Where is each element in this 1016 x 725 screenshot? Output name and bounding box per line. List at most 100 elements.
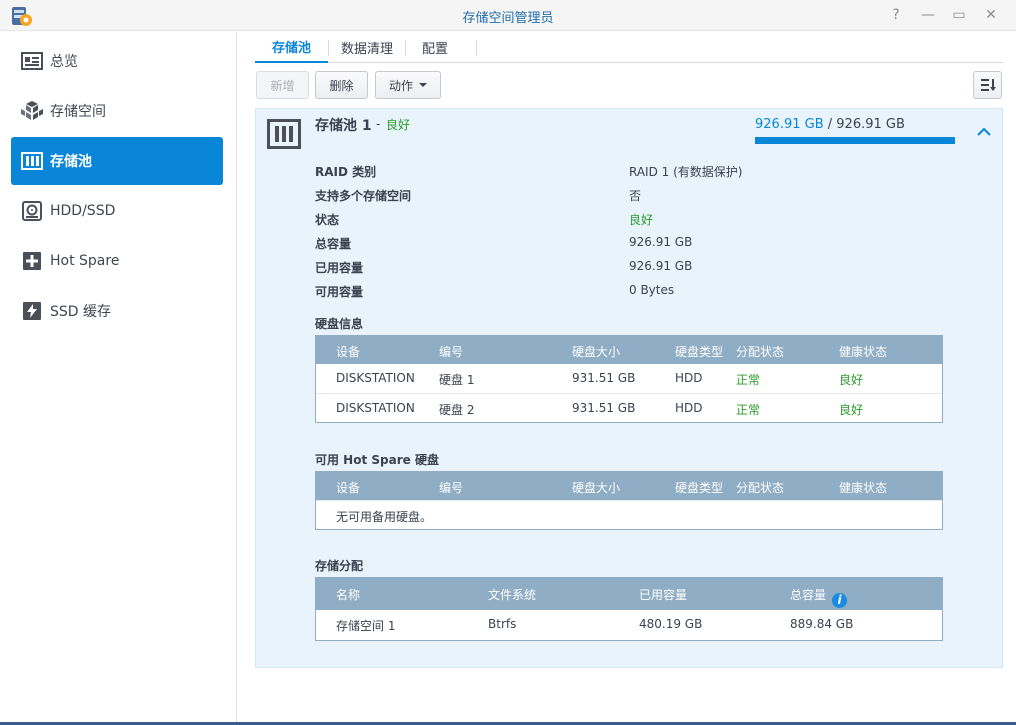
- table-cell: 正常: [736, 373, 761, 387]
- allocation-table-header: 名称 文件系统 已用容量 总容量 i: [316, 578, 942, 610]
- table-cell: DISKSTATION: [336, 401, 415, 415]
- sidebar-item-hdd-ssd[interactable]: HDD/SSD: [11, 187, 223, 235]
- table-cell: 931.51 GB: [572, 371, 636, 385]
- column-header[interactable]: 健康状态: [839, 343, 887, 360]
- tab-bar: 存储池 数据清理 配置: [255, 32, 1003, 63]
- delete-button[interactable]: 删除: [315, 71, 368, 99]
- column-header[interactable]: 健康状态: [839, 479, 887, 496]
- column-header[interactable]: 硬盘类型: [675, 479, 723, 496]
- property-value: 926.91 GB: [629, 235, 693, 249]
- table-cell: 889.84 GB: [790, 617, 854, 631]
- sidebar: 总览 存储空间 存储池 HDD/SSD Hot Spare SSD 缓存: [0, 32, 237, 722]
- property-value: RAID 1 (有数据保护): [629, 165, 743, 179]
- column-header[interactable]: 编号: [439, 479, 463, 496]
- hot-spare-icon: [20, 249, 44, 273]
- column-header[interactable]: 硬盘大小: [572, 343, 620, 360]
- hot-spare-table: 设备 编号 硬盘大小 硬盘类型 分配状态 健康状态 无可用备用硬盘。: [315, 471, 943, 530]
- allocation-title: 存储分配: [315, 559, 364, 573]
- storage-pool-icon: [267, 119, 301, 149]
- storage-pool-icon: [20, 149, 44, 173]
- table-cell: 良好: [839, 373, 864, 387]
- table-cell: 正常: [736, 403, 761, 417]
- column-header[interactable]: 分配状态: [736, 479, 784, 496]
- storage-pool-panel: 存储池 1 - 良好 926.91 GB / 926.91 GB RAID 类别…: [255, 108, 1003, 668]
- column-header[interactable]: 设备: [336, 479, 360, 496]
- pool-usage-text: 926.91 GB / 926.91 GB: [755, 117, 905, 132]
- caret-down-icon: [419, 83, 427, 87]
- maximize-button[interactable]: ▭: [948, 4, 970, 26]
- pool-name: 存储池 1: [315, 118, 372, 134]
- hot-spare-empty-text: 无可用备用硬盘。: [336, 510, 433, 524]
- column-header[interactable]: 硬盘大小: [572, 479, 620, 496]
- disk-info-table-body: DISKSTATION 硬盘 1 931.51 GB HDD 正常 良好 DISKSTATI…: [316, 364, 942, 422]
- hot-spare-title: 可用 Hot Spare 硬盘: [315, 453, 439, 467]
- info-icon[interactable]: i: [832, 593, 847, 608]
- volume-icon: [20, 99, 44, 123]
- column-header[interactable]: 硬盘类型: [675, 343, 723, 360]
- close-button[interactable]: ✕: [980, 4, 1002, 26]
- hot-spare-table-header: 设备 编号 硬盘大小 硬盘类型 分配状态 健康状态: [316, 472, 942, 500]
- pool-used-capacity: 926.91 GB: [755, 117, 824, 132]
- table-cell: 480.19 GB: [639, 617, 703, 631]
- column-header[interactable]: 已用容量: [639, 586, 687, 603]
- pool-usage-bar: [755, 137, 955, 144]
- pool-usage-divider: /: [823, 117, 837, 132]
- column-header[interactable]: 分配状态: [736, 343, 784, 360]
- sidebar-item-label: SSD 缓存: [50, 304, 112, 320]
- tab-data-scrubbing[interactable]: 数据清理: [324, 32, 410, 63]
- help-button[interactable]: ?: [885, 4, 907, 26]
- table-row[interactable]: 存储空间 1 Btrfs 480.19 GB 889.84 GB: [316, 610, 942, 640]
- property-label: 可用容量: [315, 285, 364, 299]
- column-header[interactable]: 设备: [336, 343, 360, 360]
- sidebar-item-label: 总览: [50, 54, 78, 70]
- pool-total-capacity: 926.91 GB: [836, 117, 905, 132]
- tab-settings[interactable]: 配置: [405, 32, 465, 63]
- property-label: 已用容量: [315, 261, 364, 275]
- sidebar-item-label: 存储空间: [50, 104, 106, 120]
- tab-storage-pool[interactable]: 存储池: [255, 32, 329, 63]
- create-button[interactable]: 新增: [256, 71, 309, 99]
- property-label: 状态: [315, 213, 340, 227]
- sidebar-item-hot-spare[interactable]: Hot Spare: [11, 237, 223, 285]
- pool-status: 良好: [386, 118, 411, 132]
- column-header[interactable]: 总容量: [790, 586, 826, 603]
- disk-info-table: 设备 编号 硬盘大小 硬盘类型 分配状态 健康状态 DISKSTATION 硬盘 1 931.…: [315, 335, 943, 423]
- table-row[interactable]: DISKSTATION 硬盘 2 931.51 GB HDD 正常 良好: [316, 393, 942, 422]
- table-row[interactable]: DISKSTATION 硬盘 1 931.51 GB HDD 正常 良好: [316, 364, 942, 393]
- property-value: 0 Bytes: [629, 283, 675, 297]
- column-header[interactable]: 文件系统: [488, 586, 536, 603]
- table-row: 无可用备用硬盘。: [316, 500, 942, 529]
- property-value: 926.91 GB: [629, 259, 693, 273]
- sidebar-item-label: 存储池: [50, 154, 92, 170]
- sidebar-item-label: Hot Spare: [50, 253, 120, 269]
- ssd-cache-icon: [20, 299, 44, 323]
- table-cell: HDD: [675, 401, 703, 415]
- sidebar-item-label: HDD/SSD: [50, 203, 116, 219]
- table-cell: 存储空间 1: [336, 619, 396, 633]
- table-cell: 931.51 GB: [572, 401, 636, 415]
- sidebar-item-storage-pool[interactable]: 存储池: [11, 137, 223, 185]
- sort-icon: [980, 79, 996, 91]
- column-header[interactable]: 编号: [439, 343, 463, 360]
- title-bar: 存储空间管理员 ? — ▭ ✕: [0, 0, 1016, 31]
- sidebar-item-ssd-cache[interactable]: SSD 缓存: [11, 287, 223, 335]
- action-dropdown-button[interactable]: 动作: [375, 71, 441, 99]
- hdd-icon: [20, 199, 44, 223]
- overview-icon: [20, 49, 44, 73]
- table-cell: DISKSTATION: [336, 371, 415, 385]
- action-button-label: 动作: [388, 78, 413, 93]
- table-cell: HDD: [675, 371, 703, 385]
- sidebar-item-overview[interactable]: 总览: [11, 37, 223, 85]
- pool-usage-bar-fill: [755, 137, 955, 144]
- sidebar-item-volume[interactable]: 存储空间: [11, 87, 223, 135]
- table-cell: 硬盘 2: [439, 403, 475, 417]
- property-value: 良好: [629, 213, 654, 227]
- column-header[interactable]: 名称: [336, 586, 360, 603]
- minimize-button[interactable]: —: [917, 4, 939, 26]
- chevron-up-icon[interactable]: [976, 125, 992, 137]
- allocation-table: 名称 文件系统 已用容量 总容量 i 存储空间 1 Btrfs 480.19 GB 889.8…: [315, 577, 943, 641]
- sort-button[interactable]: [973, 71, 1002, 99]
- allocation-table-body: 存储空间 1 Btrfs 480.19 GB 889.84 GB: [316, 610, 942, 640]
- table-cell: Btrfs: [488, 617, 517, 631]
- window-title: 存储空间管理员: [462, 11, 554, 26]
